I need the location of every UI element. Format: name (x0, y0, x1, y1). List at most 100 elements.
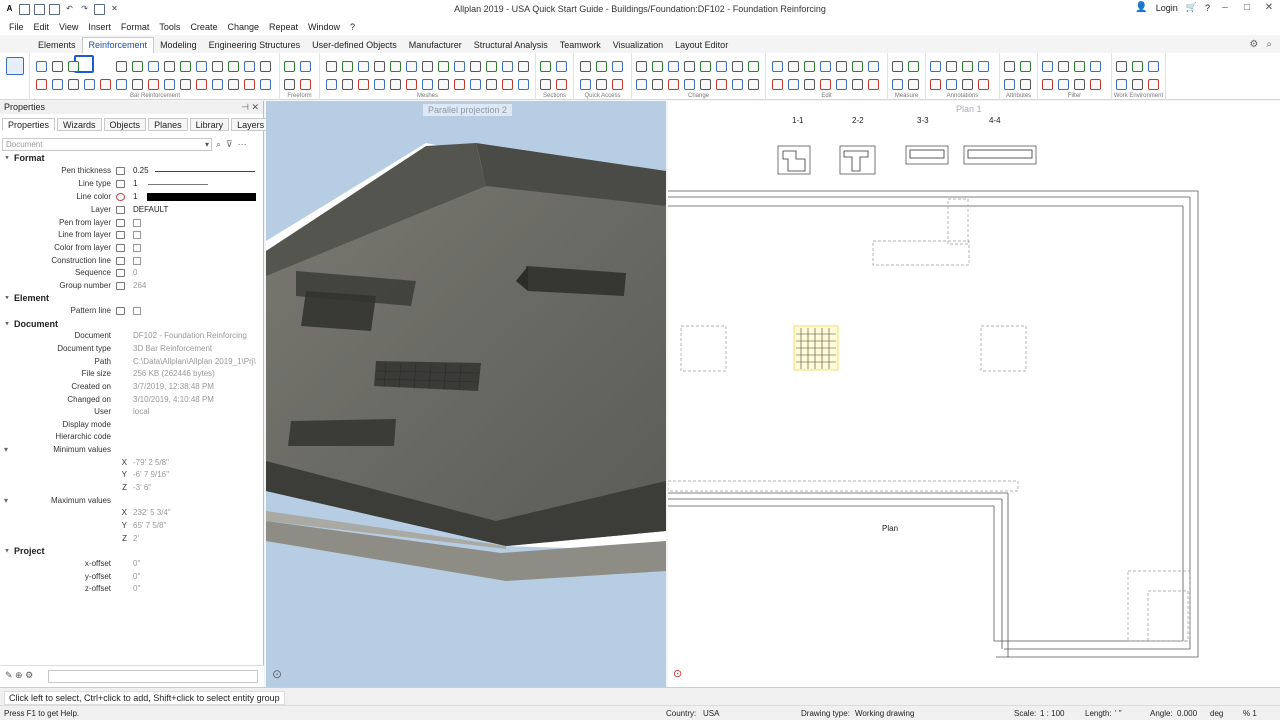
ribbon-tool-icon[interactable] (116, 79, 127, 90)
row-layer[interactable]: Layer DEFAULT (0, 205, 264, 217)
ribbon-tool-icon[interactable] (1090, 79, 1101, 90)
row-line-type[interactable]: Line type 1 (0, 179, 264, 191)
ribbon-tool-icon[interactable] (454, 79, 465, 90)
maximize-button[interactable]: □ (1240, 2, 1254, 13)
ribbon-tool-icon[interactable] (342, 79, 353, 90)
ribbon-tool-icon[interactable] (52, 79, 63, 90)
row-construction-line[interactable]: Construction line (0, 256, 264, 268)
row-pen-thickness[interactable]: Pen thickness 0.25 (0, 166, 264, 178)
ribbon-tool-icon[interactable] (716, 61, 727, 72)
more-icon[interactable]: ⋯ (238, 139, 247, 150)
ribbon-tool-icon[interactable] (804, 79, 815, 90)
tab-modeling[interactable]: Modeling (154, 38, 203, 53)
ribbon-tool-icon[interactable] (100, 79, 111, 90)
color-from-layer-checkbox[interactable] (133, 244, 141, 252)
row-group-number[interactable]: Group number 264 (0, 281, 264, 293)
ribbon-tool-icon[interactable] (284, 61, 295, 72)
tab-teamwork[interactable]: Teamwork (554, 38, 607, 53)
bottom-tool-icons[interactable]: ✎ ⊕ ⚙ (5, 670, 33, 681)
ribbon-tool-icon[interactable] (788, 61, 799, 72)
tab-library[interactable]: Library (189, 118, 230, 131)
ribbon-tool-icon[interactable] (502, 61, 513, 72)
pen-from-layer-checkbox[interactable] (133, 219, 141, 227)
ribbon-tool-icon[interactable] (342, 61, 353, 72)
ribbon-tool-icon[interactable] (700, 61, 711, 72)
ribbon-tool-icon[interactable] (116, 61, 127, 72)
viewport-3d-title[interactable]: Parallel projection 2 (423, 104, 513, 116)
tools-icon[interactable]: ✕ (109, 4, 120, 15)
filter-icon[interactable]: ⊽ (226, 139, 233, 150)
ribbon-tool-icon[interactable] (1148, 61, 1159, 72)
tab-engineering-structures[interactable]: Engineering Structures (203, 38, 307, 53)
percent-value[interactable]: % 1 (1243, 709, 1257, 718)
ribbon-tool-icon[interactable] (1074, 61, 1085, 72)
ribbon-tool-icon[interactable] (1042, 79, 1053, 90)
ribbon-tool-icon[interactable] (684, 61, 695, 72)
ribbon-tool-icon[interactable] (68, 61, 79, 72)
navigation-icon[interactable]: ⊙ (673, 667, 682, 680)
login-link[interactable]: Login (1156, 3, 1178, 13)
tab-layers[interactable]: Layers (231, 118, 271, 131)
ribbon-tool-icon[interactable] (486, 79, 497, 90)
ribbon-tool-icon[interactable] (148, 61, 159, 72)
ribbon-tool-icon[interactable] (540, 79, 551, 90)
ribbon-tool-icon[interactable] (820, 79, 831, 90)
ribbon-tool-icon[interactable] (84, 79, 95, 90)
ribbon-tool-icon[interactable] (636, 79, 647, 90)
search-icon[interactable]: ⌕ (1266, 39, 1272, 50)
ribbon-tool-icon[interactable] (892, 79, 903, 90)
country-value[interactable]: USA (703, 709, 719, 718)
actionbar-icon[interactable] (6, 57, 24, 75)
close-button[interactable]: ✕ (1262, 2, 1276, 13)
ribbon-tool-icon[interactable] (580, 61, 591, 72)
ribbon-tool-icon[interactable] (52, 61, 63, 72)
command-input[interactable] (48, 670, 258, 683)
ribbon-tool-icon[interactable] (470, 61, 481, 72)
ribbon-tool-icon[interactable] (374, 79, 385, 90)
ribbon-tool-icon[interactable] (438, 79, 449, 90)
menu-window[interactable]: Window (303, 22, 345, 32)
tab-reinforcement[interactable]: Reinforcement (81, 37, 155, 53)
ribbon-tool-icon[interactable] (700, 79, 711, 90)
collapse-min-icon[interactable]: ▾ (4, 445, 8, 454)
ribbon-tool-icon[interactable] (652, 61, 663, 72)
ribbon-tool-icon[interactable] (164, 61, 175, 72)
navigation-icon[interactable]: ⊙ (272, 667, 282, 681)
ribbon-tool-icon[interactable] (1020, 79, 1031, 90)
ribbon-tool-icon[interactable] (732, 79, 743, 90)
ribbon-tool-icon[interactable] (1116, 79, 1127, 90)
collapse-max-icon[interactable]: ▾ (4, 496, 8, 505)
ribbon-tool-icon[interactable] (732, 61, 743, 72)
ribbon-tool-icon[interactable] (772, 61, 783, 72)
tab-properties[interactable]: Properties (2, 118, 56, 131)
ribbon-tool-icon[interactable] (556, 61, 567, 72)
ribbon-tool-icon[interactable] (390, 61, 401, 72)
ribbon-tool-icon[interactable] (908, 61, 919, 72)
tab-wizards[interactable]: Wizards (57, 118, 102, 131)
ribbon-tool-icon[interactable] (358, 61, 369, 72)
ribbon-tool-icon[interactable] (1148, 79, 1159, 90)
tab-objects[interactable]: Objects (103, 118, 147, 131)
viewport-3d[interactable]: Parallel projection 2 ⊙ (266, 101, 666, 687)
ribbon-tool-icon[interactable] (164, 79, 175, 90)
menu-view[interactable]: View (54, 22, 83, 32)
ribbon-tool-icon[interactable] (36, 61, 47, 72)
ribbon-tool-icon[interactable] (978, 79, 989, 90)
ribbon-tool-icon[interactable] (260, 79, 271, 90)
ribbon-tool-icon[interactable] (374, 61, 385, 72)
ribbon-tool-icon[interactable] (1116, 61, 1127, 72)
length-value[interactable]: ' " (1115, 709, 1122, 718)
row-maximum-values[interactable]: ▾ Maximum values (0, 496, 264, 508)
tab-elements[interactable]: Elements (32, 38, 82, 53)
ribbon-tool-icon[interactable] (196, 61, 207, 72)
ribbon-tool-icon[interactable] (406, 61, 417, 72)
ribbon-tool-icon[interactable] (132, 61, 143, 72)
ribbon-tool-icon[interactable] (684, 79, 695, 90)
ribbon-tool-icon[interactable] (852, 79, 863, 90)
ribbon-tool-icon[interactable] (132, 79, 143, 90)
ribbon-tool-icon[interactable] (518, 79, 529, 90)
tab-visualization[interactable]: Visualization (607, 38, 669, 53)
ribbon-tool-icon[interactable] (1132, 61, 1143, 72)
ribbon-tool-icon[interactable] (1042, 61, 1053, 72)
zoom-icon[interactable] (94, 3, 105, 15)
